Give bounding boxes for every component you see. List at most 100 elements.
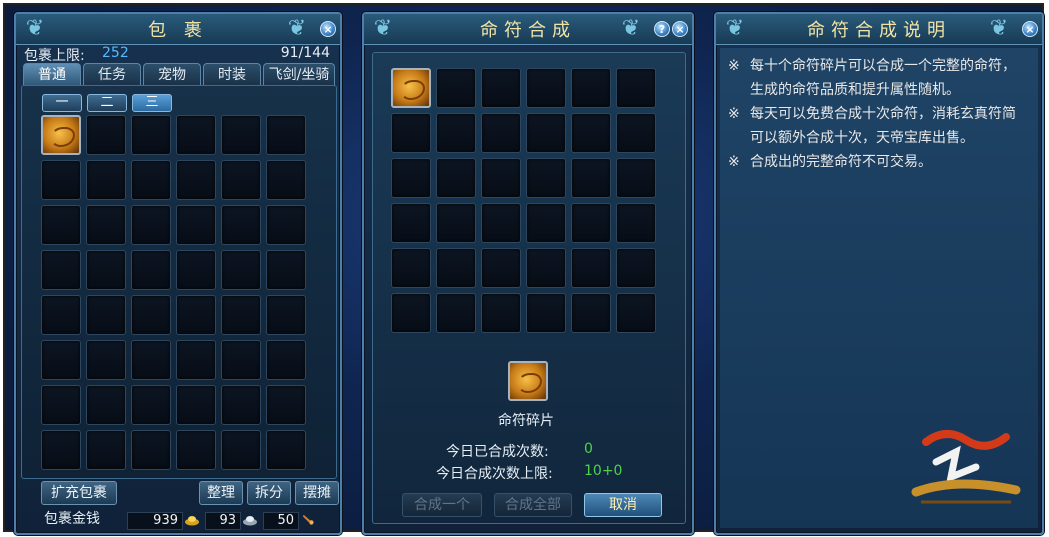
subtab-page-1[interactable]: 一 [42, 94, 82, 112]
inventory-slot[interactable] [176, 205, 216, 245]
help-titlebar[interactable]: ❦ 命符合成说明 ❦ × [716, 14, 1042, 45]
inventory-slot[interactable] [571, 158, 611, 198]
inventory-slot[interactable] [41, 295, 81, 335]
inventory-slot[interactable] [41, 205, 81, 245]
inventory-slot[interactable] [436, 248, 476, 288]
tab-mount[interactable]: 飞剑/坐骑 [263, 63, 335, 85]
inventory-slot[interactable] [176, 115, 216, 155]
inventory-slot[interactable] [526, 68, 566, 108]
inventory-slot[interactable] [481, 203, 521, 243]
inventory-slot[interactable] [86, 430, 126, 470]
inventory-slot[interactable] [616, 248, 656, 288]
inventory-slot[interactable] [41, 250, 81, 290]
inventory-slot[interactable] [176, 385, 216, 425]
inventory-slot[interactable] [131, 205, 171, 245]
inventory-slot[interactable] [176, 160, 216, 200]
inventory-slot[interactable] [86, 295, 126, 335]
inventory-slot[interactable] [436, 68, 476, 108]
inventory-slot[interactable] [616, 293, 656, 333]
inventory-slot[interactable] [41, 340, 81, 380]
inventory-slot[interactable] [86, 115, 126, 155]
inventory-slot[interactable] [616, 113, 656, 153]
inventory-slot[interactable] [41, 385, 81, 425]
inventory-slot[interactable] [526, 113, 566, 153]
inventory-slot[interactable] [266, 430, 306, 470]
fragment-item-icon[interactable] [391, 68, 431, 108]
close-icon[interactable]: × [1022, 21, 1038, 37]
inventory-slot[interactable] [571, 68, 611, 108]
subtab-page-3[interactable]: 三 [132, 94, 172, 112]
inventory-slot[interactable] [571, 248, 611, 288]
inventory-slot[interactable] [221, 160, 261, 200]
inventory-slot[interactable] [391, 203, 431, 243]
inventory-slot[interactable] [526, 158, 566, 198]
split-button[interactable]: 拆分 [247, 481, 291, 505]
inventory-slot[interactable] [266, 340, 306, 380]
inventory-slot[interactable] [571, 293, 611, 333]
compose-titlebar[interactable]: ❦ 命符合成 ❦ ? × [364, 14, 692, 45]
stall-button[interactable]: 摆摊 [295, 481, 339, 505]
close-icon[interactable]: × [320, 21, 336, 37]
inventory-slot[interactable] [481, 158, 521, 198]
inventory-slot[interactable] [86, 205, 126, 245]
inventory-slot[interactable] [131, 385, 171, 425]
help-icon[interactable]: ? [654, 21, 670, 37]
inventory-slot[interactable] [131, 295, 171, 335]
inventory-slot[interactable] [481, 68, 521, 108]
compose-one-button[interactable]: 合成一个 [402, 493, 482, 517]
inventory-slot[interactable] [616, 158, 656, 198]
inventory-slot[interactable] [221, 115, 261, 155]
inventory-slot[interactable] [526, 293, 566, 333]
inventory-slot[interactable] [481, 113, 521, 153]
compose-all-button[interactable]: 合成全部 [494, 493, 572, 517]
inventory-slot[interactable] [266, 385, 306, 425]
subtab-page-2[interactable]: 二 [87, 94, 127, 112]
inventory-slot[interactable] [266, 295, 306, 335]
inventory-slot[interactable] [86, 250, 126, 290]
fragment-result-icon[interactable] [508, 361, 548, 401]
inventory-slot[interactable] [436, 293, 476, 333]
inventory-slot[interactable] [526, 203, 566, 243]
inventory-slot[interactable] [221, 250, 261, 290]
inventory-slot[interactable] [391, 158, 431, 198]
inventory-slot[interactable] [436, 158, 476, 198]
inventory-slot[interactable] [391, 293, 431, 333]
inventory-slot[interactable] [571, 113, 611, 153]
close-icon[interactable]: × [672, 21, 688, 37]
inventory-slot[interactable] [221, 385, 261, 425]
inventory-slot[interactable] [221, 295, 261, 335]
inventory-slot[interactable] [41, 160, 81, 200]
inventory-slot[interactable] [266, 115, 306, 155]
inventory-slot[interactable] [571, 203, 611, 243]
inventory-slot[interactable] [176, 250, 216, 290]
inventory-slot[interactable] [221, 205, 261, 245]
inventory-slot[interactable] [526, 248, 566, 288]
inventory-slot[interactable] [391, 113, 431, 153]
inventory-slot[interactable] [131, 115, 171, 155]
tab-fashion[interactable]: 时装 [203, 63, 261, 85]
inventory-slot[interactable] [616, 203, 656, 243]
tab-task[interactable]: 任务 [83, 63, 141, 85]
inventory-slot[interactable] [86, 385, 126, 425]
tab-pet[interactable]: 宠物 [143, 63, 201, 85]
inventory-slot[interactable] [436, 113, 476, 153]
inventory-slot[interactable] [221, 430, 261, 470]
fragment-item-icon[interactable] [41, 115, 81, 155]
inventory-slot[interactable] [436, 203, 476, 243]
inventory-slot[interactable] [481, 293, 521, 333]
inventory-slot[interactable] [266, 160, 306, 200]
inventory-slot[interactable] [41, 430, 81, 470]
inventory-slot[interactable] [221, 340, 261, 380]
expand-bag-button[interactable]: 扩充包裹 [41, 481, 117, 505]
inventory-slot[interactable] [86, 340, 126, 380]
inventory-slot[interactable] [176, 430, 216, 470]
inventory-slot[interactable] [131, 430, 171, 470]
inventory-slot[interactable] [481, 248, 521, 288]
inventory-slot[interactable] [131, 340, 171, 380]
inventory-slot[interactable] [131, 250, 171, 290]
inventory-slot[interactable] [391, 248, 431, 288]
inventory-slot[interactable] [131, 160, 171, 200]
inventory-slot[interactable] [266, 250, 306, 290]
cancel-button[interactable]: 取消 [584, 493, 662, 517]
inventory-slot[interactable] [86, 160, 126, 200]
